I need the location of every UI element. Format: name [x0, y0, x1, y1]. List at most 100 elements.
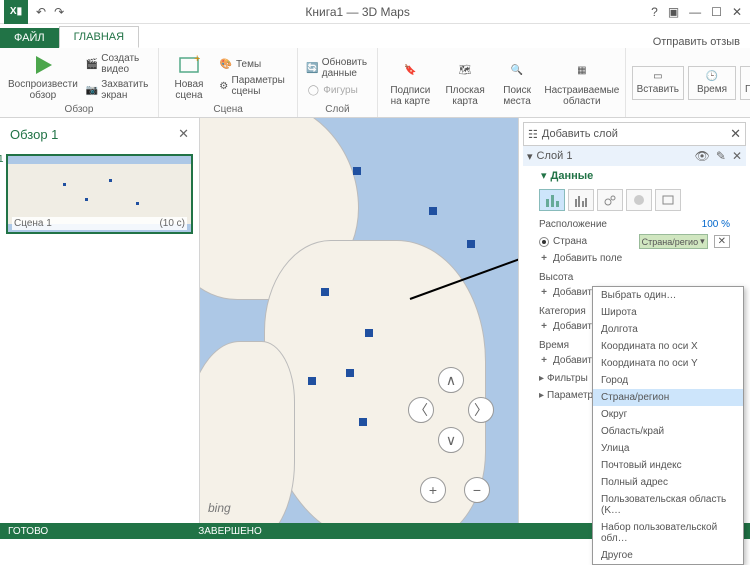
help-icon[interactable]: ?: [651, 5, 658, 19]
country-radio[interactable]: [539, 237, 549, 247]
capture-screen-button[interactable]: 📷Захватить экран: [84, 78, 152, 102]
view-button[interactable]: 👁Просмотр: [740, 66, 750, 100]
chart-type-buttons: [523, 185, 746, 215]
camera-icon: 📷: [86, 83, 98, 97]
edit-icon[interactable]: ✎: [716, 149, 726, 163]
window-title: Книга1 — 3D Maps: [64, 5, 651, 19]
field-country: Страна: [553, 236, 587, 247]
geo-option[interactable]: Выбрать один…: [593, 287, 743, 304]
regions-icon: ▦: [570, 59, 594, 83]
eye-icon[interactable]: 👁: [695, 149, 710, 163]
chevron-down-icon: ▾: [700, 236, 705, 247]
geo-option[interactable]: Округ: [593, 406, 743, 423]
ribbon-group-map: 🔖Подписи на карте 🗺Плоская карта 🔍Поиск …: [378, 48, 626, 117]
region-icon[interactable]: [655, 189, 681, 211]
geo-option[interactable]: Другое: [593, 547, 743, 564]
tours-close-icon[interactable]: ✕: [178, 126, 189, 142]
refresh-data-button[interactable]: 🔄Обновить данные: [304, 56, 370, 80]
insert-icon: ▭: [653, 71, 662, 82]
redo-icon[interactable]: ↷: [54, 5, 64, 19]
flat-map-button[interactable]: 🗺Плоская карта: [441, 57, 489, 109]
scene-number: 1: [0, 154, 4, 165]
filters-section[interactable]: Фильтры: [547, 373, 588, 384]
insert-button[interactable]: ▭Вставить: [632, 66, 684, 100]
delete-layer-icon[interactable]: ✕: [732, 149, 742, 163]
location-pct[interactable]: 100 %: [702, 219, 730, 230]
scene-duration: (10 с): [159, 218, 185, 229]
geo-option[interactable]: Страна/регион: [593, 389, 743, 406]
create-video-button[interactable]: 🎬Создать видео: [84, 52, 152, 76]
flat-map-icon: 🗺: [453, 59, 477, 83]
scene-thumbnail[interactable]: 1 Сцена 1(10 с): [6, 154, 193, 234]
geo-option[interactable]: Область/край: [593, 423, 743, 440]
undo-icon[interactable]: ↶: [36, 5, 46, 19]
zoom-out-icon[interactable]: −: [464, 477, 490, 503]
themes-button[interactable]: 🎨Темы: [217, 56, 291, 72]
geo-type-dropdown[interactable]: Страна/регио▾: [639, 234, 708, 249]
layer-pane: ☷ Добавить слой ✕ ▾ Слой 1 👁 ✎ ✕ ▾Данные…: [518, 118, 750, 523]
bing-logo: bing: [208, 501, 231, 515]
zoom-in-icon[interactable]: +: [420, 477, 446, 503]
map-labels-button[interactable]: 🔖Подписи на карте: [384, 57, 438, 109]
height-label: Высота: [539, 272, 573, 283]
tilt-down-icon[interactable]: ∨: [438, 427, 464, 453]
minimize-icon[interactable]: —: [689, 5, 701, 19]
find-place-button[interactable]: 🔍Поиск места: [493, 57, 541, 109]
geo-type-dropdown-menu: Выбрать один…ШиротаДолготаКоордината по …: [592, 286, 744, 565]
send-feedback-link[interactable]: Отправить отзыв: [653, 36, 740, 48]
ribbon-group-overview: Воспроизвести обзор 🎬Создать видео 📷Захв…: [0, 48, 159, 117]
category-label: Категория: [539, 306, 586, 317]
play-icon: [31, 53, 55, 77]
themes-icon: 🎨: [219, 57, 233, 71]
label-icon: 🔖: [398, 59, 422, 83]
title-bar: X▮ ↶ ↷ Книга1 — 3D Maps ? ▣ — ☐ ✕: [0, 0, 750, 24]
custom-regions-button[interactable]: ▦Настраиваемые области: [545, 57, 619, 109]
layer-name[interactable]: Слой 1: [537, 150, 573, 162]
status-done: ЗАВЕРШЕНО: [198, 526, 262, 537]
status-ready: ГОТОВО: [8, 526, 48, 537]
clock-icon: 🕒: [706, 71, 718, 82]
add-location-field[interactable]: Добавить поле: [553, 253, 622, 264]
clustered-column-icon[interactable]: [568, 189, 594, 211]
heatmap-icon[interactable]: [626, 189, 652, 211]
close-icon[interactable]: ✕: [732, 5, 742, 19]
svg-text:+: +: [194, 54, 200, 65]
geo-option[interactable]: Долгота: [593, 321, 743, 338]
search-icon: 🔍: [505, 59, 529, 83]
add-layer-button[interactable]: Добавить слой: [542, 128, 618, 140]
layers-icon: ☷: [528, 128, 538, 141]
ribbon-toggle-icon[interactable]: ▣: [668, 5, 679, 19]
stacked-column-icon[interactable]: [539, 189, 565, 211]
remove-field-icon[interactable]: ✕: [714, 235, 730, 248]
excel-icon: X▮: [4, 0, 28, 24]
layer-pane-close-icon[interactable]: ✕: [730, 126, 741, 142]
tilt-up-icon[interactable]: ∧: [438, 367, 464, 393]
geo-option[interactable]: Город: [593, 372, 743, 389]
geo-option[interactable]: Координата по оси Y: [593, 355, 743, 372]
time-button[interactable]: 🕒Время: [688, 66, 736, 100]
bubble-icon[interactable]: [597, 189, 623, 211]
shapes-button[interactable]: ◯Фигуры: [304, 82, 370, 98]
geo-option[interactable]: Пользовательская область (K…: [593, 491, 743, 519]
location-label: Расположение: [539, 219, 607, 230]
refresh-icon: 🔄: [306, 61, 318, 75]
geo-option[interactable]: Улица: [593, 440, 743, 457]
geo-option[interactable]: Почтовый индекс: [593, 457, 743, 474]
play-tour-button[interactable]: Воспроизвести обзор: [6, 51, 80, 103]
workspace: Обзор 1 ✕ 1 Сцена 1(10 с) ∧ 〈 〉: [0, 118, 750, 523]
geo-option[interactable]: Широта: [593, 304, 743, 321]
maximize-icon[interactable]: ☐: [711, 5, 722, 19]
scene-params-button[interactable]: ⚙Параметры сцены: [217, 74, 291, 98]
pan-left-icon[interactable]: 〈: [408, 397, 434, 423]
ribbon-group-insert: ▭Вставить 🕒Время 👁Просмотр: [626, 48, 750, 117]
ribbon-group-scene: + Новая сцена 🎨Темы ⚙Параметры сцены Сце…: [159, 48, 298, 117]
new-scene-button[interactable]: + Новая сцена: [165, 51, 213, 103]
pan-right-icon[interactable]: 〉: [468, 397, 494, 423]
tab-home[interactable]: ГЛАВНАЯ: [59, 26, 139, 48]
map-canvas[interactable]: ∧ 〈 〉 ∨ + − bing: [200, 118, 518, 523]
geo-option[interactable]: Набор пользовательской обл…: [593, 519, 743, 547]
tab-file[interactable]: ФАЙЛ: [0, 28, 59, 48]
data-section[interactable]: Данные: [551, 170, 594, 182]
geo-option[interactable]: Полный адрес: [593, 474, 743, 491]
geo-option[interactable]: Координата по оси X: [593, 338, 743, 355]
